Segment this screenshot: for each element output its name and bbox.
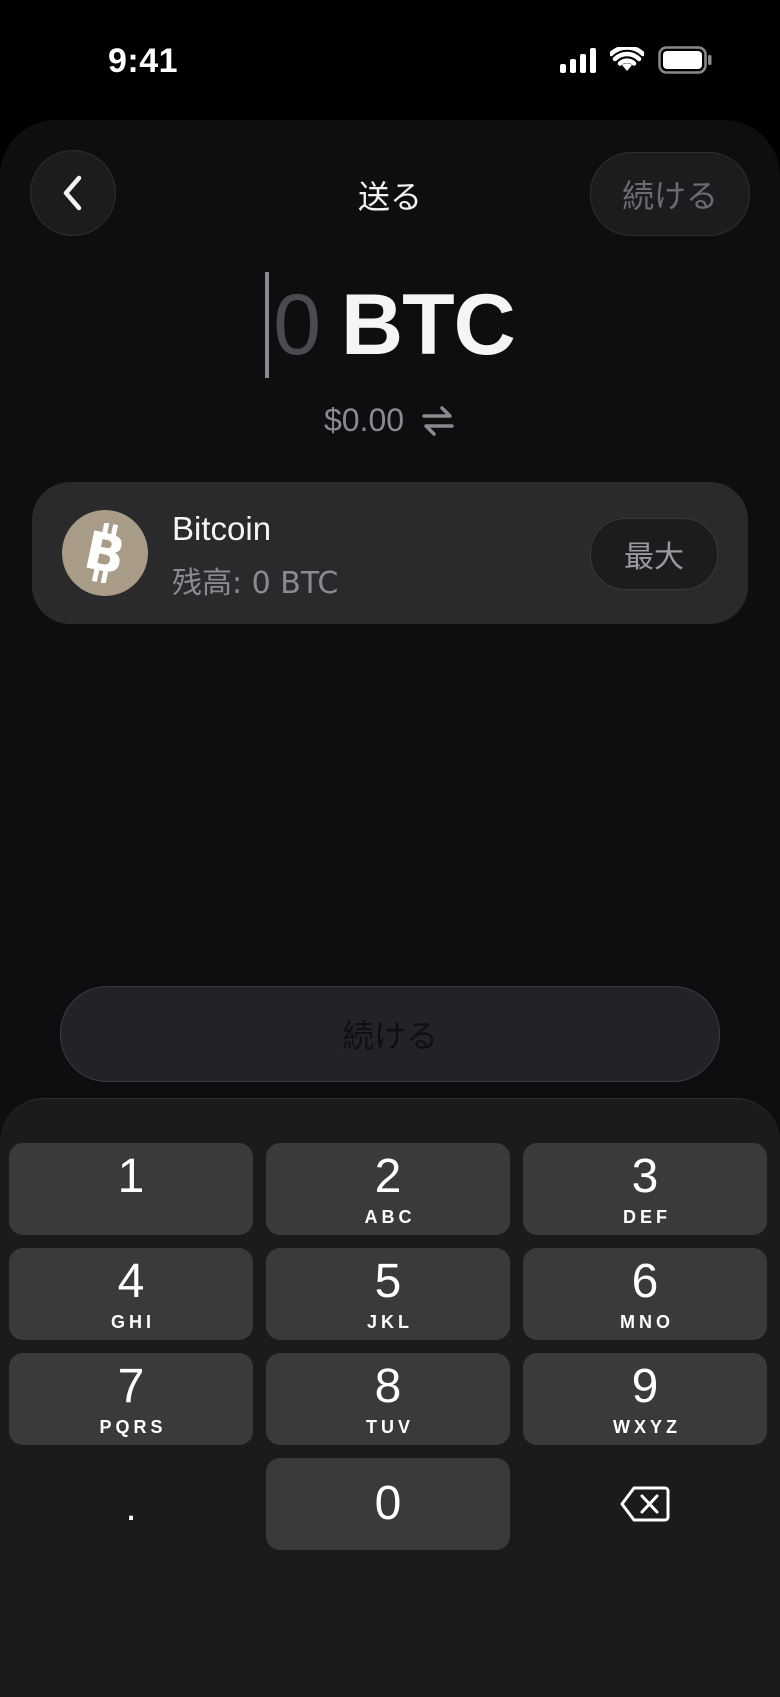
key-8[interactable]: 8 TUV <box>266 1353 510 1445</box>
fiat-value: $0.00 <box>323 402 405 438</box>
wifi-icon <box>610 47 644 71</box>
numeric-keypad: 1 2 ABC 3 DEF 4 GHI 5 JKL 6 MNO 7 PQRS 8 <box>0 1098 780 1697</box>
key-4[interactable]: 4 GHI <box>9 1248 253 1340</box>
max-button[interactable]: 最大 <box>590 518 718 590</box>
status-bar: 9:41 <box>0 0 780 120</box>
backspace-icon <box>620 1486 670 1522</box>
key-2[interactable]: 2 ABC <box>266 1143 510 1235</box>
key-5[interactable]: 5 JKL <box>266 1248 510 1340</box>
asset-selector[interactable]: B Bitcoin 残高: 0 BTC 最大 <box>32 482 748 624</box>
amount-input[interactable]: 0 BTC <box>0 270 780 380</box>
asset-balance: 残高: 0 BTC <box>172 566 339 601</box>
battery-icon <box>658 46 712 74</box>
swap-arrows-icon[interactable] <box>420 405 456 437</box>
delete-key[interactable] <box>523 1458 767 1550</box>
key-decimal[interactable]: . <box>9 1458 253 1550</box>
key-3[interactable]: 3 DEF <box>523 1143 767 1235</box>
status-icons <box>560 46 712 74</box>
key-6[interactable]: 6 MNO <box>523 1248 767 1340</box>
amount-unit: BTC <box>341 276 516 373</box>
key-0[interactable]: 0 <box>266 1458 510 1550</box>
fiat-conversion: $0.00 <box>0 402 780 439</box>
bitcoin-icon: B <box>62 510 148 596</box>
status-time: 9:41 <box>108 42 179 80</box>
asset-name: Bitcoin <box>172 510 272 547</box>
key-1[interactable]: 1 <box>9 1143 253 1235</box>
text-cursor <box>265 272 270 378</box>
amount-value: 0 <box>273 276 322 373</box>
key-9[interactable]: 9 WXYZ <box>523 1353 767 1445</box>
cellular-signal-icon <box>560 47 596 73</box>
key-7[interactable]: 7 PQRS <box>9 1353 253 1445</box>
send-sheet: 送る 続ける 0 BTC $0.00 B Bitcoin 残高: 0 BTC 最… <box>0 120 780 1697</box>
continue-button[interactable]: 続ける <box>60 986 720 1082</box>
header-continue-button[interactable]: 続ける <box>590 152 750 236</box>
